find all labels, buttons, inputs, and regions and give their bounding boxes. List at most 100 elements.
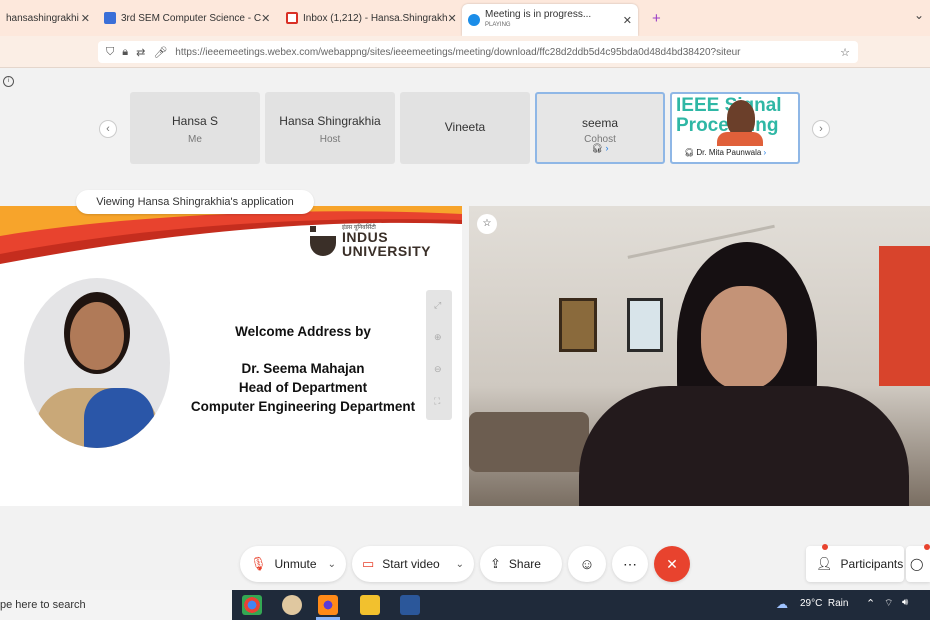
slide-speaker-title: Head of Department (238, 380, 368, 395)
indus-logo-icon (310, 226, 336, 256)
participant-name: Hansa Shingrakhia (279, 114, 381, 128)
microphone-icon[interactable]: 🎤︎ (153, 46, 167, 59)
participant-role: Me (188, 134, 202, 145)
participant-tile-hansa-s[interactable]: Hansa S Me (130, 92, 260, 164)
participant-face-image (727, 100, 755, 136)
permissions-icon[interactable]: ⇄ (136, 46, 145, 59)
share-button[interactable]: ⇪ Share (480, 546, 562, 582)
meeting-area: i ‹ Hansa S Me Hansa Shingrakhia Host Vi… (0, 68, 930, 590)
slide-heading: Welcome Address by (235, 324, 371, 339)
tab-3rd-sem[interactable]: 3rd SEM Computer Science - C ✕ (98, 4, 274, 32)
participant-tile-vineeta[interactable]: Vineeta (400, 92, 530, 164)
info-icon[interactable]: i (3, 76, 14, 87)
word-icon[interactable] (400, 595, 420, 615)
active-speaker-video: ☆ (469, 206, 930, 506)
shield-icon: ⛉ (106, 45, 115, 58)
slide-speaker-name: Dr. Seema Mahajan (241, 361, 365, 376)
viewing-application-label: Viewing Hansa Shingrakhia's application (76, 190, 314, 214)
start-video-button[interactable]: ▭ Start video ⌄ (352, 546, 474, 582)
shared-screen-slide: इंडस यूनिवर्सिटी INDUS UNIVERSITY Welcom… (0, 206, 462, 506)
tab-inbox[interactable]: Inbox (1,212) - Hansa.Shingrakh ✕ (280, 4, 456, 32)
fit-screen-icon[interactable]: ⛶ (434, 396, 440, 407)
close-icon[interactable]: ✕ (448, 12, 456, 25)
logo-text-line2: UNIVERSITY (342, 243, 432, 259)
classroom-icon (104, 12, 116, 24)
notification-dot (822, 544, 828, 550)
chevron-down-icon[interactable]: ⌄ (456, 559, 464, 570)
lock-icon: 🔒︎ (122, 45, 129, 58)
speaker-portrait-image (24, 278, 170, 448)
speaker-face-image (701, 286, 787, 390)
chevron-down-icon[interactable]: ⌄ (328, 559, 336, 570)
windows-taskbar: pe here to search ☁ 29°C Rain ⌃ ⌔ 🔊︎ (0, 590, 930, 620)
notification-dot (924, 544, 930, 550)
chat-button[interactable]: ◯ (906, 546, 930, 582)
participant-role: Host (319, 134, 341, 145)
close-icon: ✕ (666, 555, 678, 572)
weather-text: 29°C Rain (800, 598, 849, 609)
tab-label: Meeting is in progress... (485, 9, 592, 20)
paint-icon[interactable] (282, 595, 302, 615)
pin-icon[interactable]: ☆ (477, 214, 497, 234)
more-dots-icon: ⋯ (623, 555, 637, 572)
url-bar[interactable]: ⛉ 🔒︎ ⇄ 🎤︎ https://ieeemeetings.webex.com… (98, 41, 858, 63)
unmute-button[interactable]: 🎙︎ Unmute ⌄ (240, 546, 346, 582)
tab-list-chevron-icon[interactable]: ⌄ (914, 8, 924, 22)
network-icon[interactable]: ⌔ (884, 597, 893, 610)
participant-tile-hansa-shingrakhia[interactable]: Hansa Shingrakhia Host (265, 92, 395, 164)
chat-bubble-icon: ◯ (910, 557, 924, 571)
next-participants-arrow-icon[interactable]: › (812, 120, 830, 138)
participant-name: Dr. Mita Paunwala (696, 148, 762, 157)
volume-icon[interactable]: 🔊︎ (902, 597, 908, 608)
close-icon[interactable]: ✕ (623, 14, 632, 27)
participants-label: Participants (840, 557, 904, 571)
close-icon[interactable]: ✕ (81, 12, 90, 25)
chrome-icon[interactable] (242, 595, 262, 615)
wall-painting-image (559, 298, 597, 352)
tab-label: 3rd SEM Computer Science - C (121, 12, 262, 24)
participant-name: Hansa S (171, 114, 219, 128)
tab-label: hansashingrakhi (6, 12, 79, 24)
muted-microphone-icon: 🎙︎ (250, 556, 267, 571)
sofa-image (469, 412, 589, 472)
gmail-icon (286, 12, 298, 24)
chevron-up-icon[interactable]: ⌃ (866, 597, 875, 610)
firefox-icon[interactable] (318, 595, 338, 615)
zoom-in-icon[interactable]: ⊕ (434, 332, 442, 343)
participant-tile-mita-paunwala[interactable]: IEEE Signal Processing 🎧︎ Dr. Mita Paunw… (670, 92, 800, 164)
leave-meeting-button[interactable]: ✕ (654, 546, 690, 582)
tab-playing-label: PLAYING (485, 22, 511, 28)
share-icon: ⇪ (490, 556, 501, 571)
file-explorer-icon[interactable] (360, 595, 380, 615)
zoom-out-icon[interactable]: ⊖ (434, 364, 442, 375)
webex-icon (468, 14, 480, 26)
weather-icon: ☁ (776, 597, 788, 611)
participant-name: seema (581, 116, 619, 130)
expand-icon[interactable]: ⤢ (434, 300, 441, 311)
new-tab-button[interactable]: + (646, 4, 666, 32)
participant-name-badge: 🎧︎ Dr. Mita Paunwala › (678, 146, 792, 160)
slide-department: Computer Engineering Department (190, 399, 416, 414)
prev-participants-arrow-icon[interactable]: ‹ (99, 120, 117, 138)
audio-status-icon: 🎧︎ › (591, 143, 609, 153)
browser-toolbar: ⛉ 🔒︎ ⇄ 🎤︎ https://ieeemeetings.webex.com… (0, 36, 930, 68)
video-off-icon: ▭ (362, 556, 375, 571)
smiley-icon: ☺ (579, 555, 595, 573)
url-text: https://ieeemeetings.webex.com/webappng/… (175, 46, 741, 58)
tab-hansashingrakhi[interactable]: hansashingrakhi ✕ (0, 4, 96, 32)
participants-button[interactable]: 👤︎ Participants (806, 546, 904, 582)
tab-meeting[interactable]: Meeting is in progress... PLAYING ✕ (462, 4, 638, 36)
bookmark-star-icon[interactable]: ☆ (840, 46, 850, 59)
participant-name: Vineeta (444, 120, 486, 134)
wall-painting-image (627, 298, 663, 352)
unmute-label: Unmute (274, 557, 317, 571)
taskbar-search-box[interactable]: pe here to search (0, 590, 232, 620)
participant-tile-seema[interactable]: seema Cohost 🎧︎ › (535, 92, 665, 164)
person-icon: 👤︎ (816, 556, 833, 571)
share-label: Share (508, 557, 541, 571)
more-options-button[interactable]: ⋯ (612, 546, 648, 582)
close-icon[interactable]: ✕ (261, 12, 270, 25)
tab-label: Inbox (1,212) - Hansa.Shingrakh (303, 12, 448, 24)
reactions-button[interactable]: ☺ (568, 546, 606, 582)
browser-tab-bar: hansashingrakhi ✕ 3rd SEM Computer Scien… (0, 0, 930, 36)
